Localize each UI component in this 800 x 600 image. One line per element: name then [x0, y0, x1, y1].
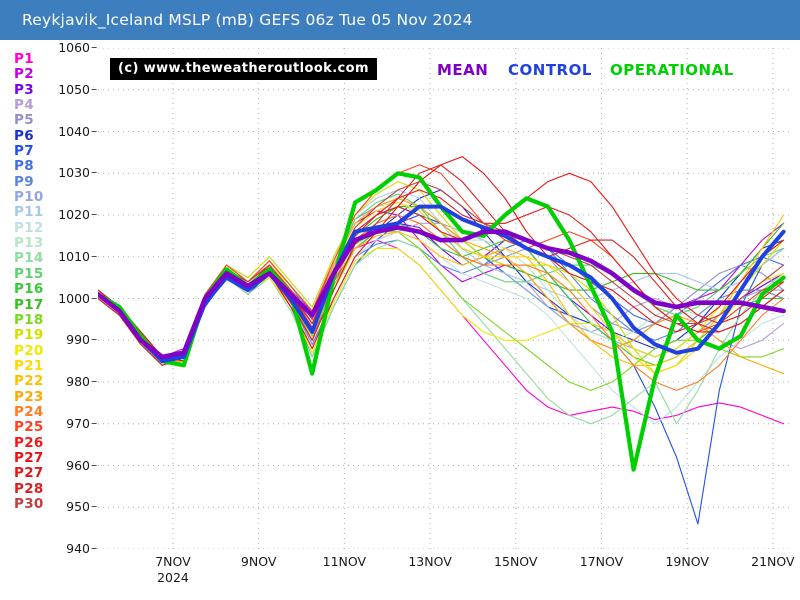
series-line [98, 214, 785, 525]
y-axis-tick-mark: – [91, 206, 98, 221]
series-line [98, 197, 785, 375]
y-axis-tick-label: 970 [66, 415, 90, 431]
y-axis-tick-mark: – [91, 373, 98, 388]
y-axis-tick-mark: – [91, 164, 98, 180]
series-line [98, 156, 785, 362]
y-axis-tick-mark: – [91, 39, 98, 54]
x-axis-tick-label: 13NOV [408, 554, 452, 569]
ensemble-member-legend: P1 P2 P3 P4 P5 P6 P7 P8 P9 P10 P11 P12 P13 P14 P15 P16 P… [14, 51, 64, 512]
member-legend-item: P23 [14, 388, 44, 405]
x-axis-year-label: 2024 [157, 570, 189, 585]
y-axis-tick-label: 1000 [58, 290, 90, 306]
x-axis-tick-label: 15NOV [494, 554, 538, 569]
y-axis-tick-mark: – [91, 122, 98, 138]
x-axis-tick-label: 17NOV [579, 554, 624, 569]
y-axis-tick-label: 940 [66, 541, 90, 556]
title-bar: Reykjavik_Iceland MSLP (mB) GEFS 06z Tue… [0, 0, 800, 40]
y-axis-tick-mark: – [91, 540, 98, 555]
legend-mean: MEAN [437, 61, 489, 79]
series-line [98, 239, 785, 425]
y-axis-tick-mark: – [91, 414, 98, 430]
series-line [98, 201, 785, 375]
chart-series-lines [98, 156, 786, 525]
page-title: Reykjavik_Iceland MSLP (mB) GEFS 06z Tue… [22, 11, 473, 29]
y-axis-tick-mark: – [91, 247, 98, 263]
x-axis-tick-label: 9NOV [240, 554, 277, 569]
y-axis-tick-mark: – [91, 331, 98, 347]
y-axis-tick-label: 1050 [58, 81, 90, 97]
member-legend-item: P26 [14, 434, 44, 451]
y-axis-tick-label: 990 [66, 332, 90, 348]
y-axis-tick-label: 980 [66, 374, 90, 389]
legend-operational: OPERATIONAL [610, 61, 734, 79]
series-line [98, 171, 786, 472]
y-axis-tick-label: 960 [66, 457, 90, 473]
series-line [98, 239, 785, 425]
series-line [98, 231, 785, 425]
chart-plot-area [98, 48, 790, 549]
member-legend-item: P28 [14, 480, 44, 497]
y-axis-tick-mark: – [91, 289, 98, 305]
y-axis-tick-mark: – [91, 498, 98, 514]
series-line [98, 214, 785, 358]
y-axis-tick-mark: – [91, 80, 98, 96]
series-line [98, 239, 785, 366]
member-legend-item: P21 [14, 357, 44, 374]
member-legend-item: P10 [14, 189, 44, 206]
y-axis-tick-label: 1040 [58, 123, 90, 139]
member-legend-item: P12 [14, 219, 44, 236]
member-legend-item: P18 [14, 311, 44, 328]
y-axis-tick-label: 1020 [58, 207, 90, 222]
member-legend-item: P4 [14, 97, 34, 114]
series-line [98, 239, 785, 366]
x-axis-tick-label: 7NOV [155, 554, 191, 569]
series-line [98, 206, 785, 362]
y-axis-tick-label: 950 [66, 499, 90, 515]
x-axis-tick-label: 19NOV [665, 554, 709, 569]
y-axis-tick-mark: – [91, 456, 98, 472]
series-line [98, 222, 785, 366]
y-axis-tick-label: 1010 [58, 248, 90, 264]
copyright-banner: (c) www.theweatheroutlook.com [110, 58, 377, 80]
series-line [98, 164, 785, 362]
member-legend-item: P7 [14, 143, 34, 160]
x-axis-tick-label: 11NOV [322, 554, 367, 569]
series-line [98, 222, 785, 366]
y-axis-tick-label: 1030 [58, 165, 90, 181]
y-axis-tick-label: 1060 [58, 40, 90, 55]
x-axis-tick-label: 21NOV [751, 554, 795, 569]
member-legend-item: P15 [14, 265, 44, 282]
series-line [98, 201, 785, 358]
member-legend-item: P2 [14, 66, 34, 83]
legend-control: CONTROL [508, 61, 592, 79]
